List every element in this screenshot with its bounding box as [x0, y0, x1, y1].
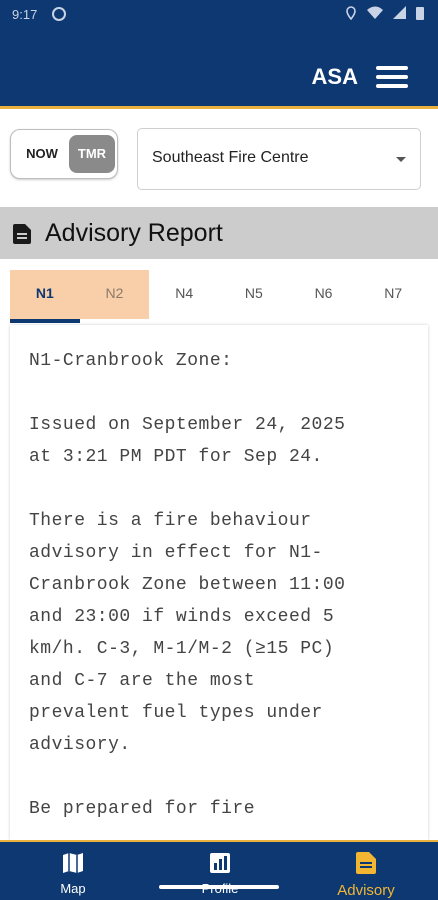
tab-n4[interactable]: N4: [149, 270, 219, 319]
advisory-report-text: N1-Cranbrook Zone: Issued on September 2…: [29, 351, 346, 819]
main-content: NOW TMR Southeast Fire Centre Advisory R…: [0, 109, 438, 840]
zone-tabs: N1 N2 N4 N5 N6 N7: [10, 270, 428, 323]
chevron-down-icon: [396, 157, 406, 162]
toggle-now-button[interactable]: NOW: [19, 138, 65, 170]
nav-advisory-button[interactable]: Advisory: [330, 852, 402, 899]
location-icon: [346, 6, 356, 20]
status-bar: 9:17: [0, 0, 438, 30]
document-icon: [13, 224, 31, 244]
nav-map-label: Map: [60, 881, 86, 896]
bottom-navigation: Map Profile Advisory: [0, 840, 438, 900]
status-time: 9:17: [12, 7, 38, 22]
home-indicator[interactable]: [159, 885, 279, 889]
fire-centre-select[interactable]: Southeast Fire Centre: [137, 128, 421, 190]
fire-centre-value: Southeast Fire Centre: [152, 149, 309, 166]
section-header: Advisory Report: [0, 207, 438, 259]
nav-profile-button[interactable]: Profile: [190, 852, 250, 896]
tab-n2[interactable]: N2: [79, 270, 150, 319]
section-title: Advisory Report: [45, 219, 223, 247]
status-icons: [345, 6, 424, 20]
notification-icon: [52, 7, 66, 21]
battery-icon: [416, 7, 424, 20]
tab-n6[interactable]: N6: [289, 270, 359, 319]
tab-n7[interactable]: N7: [358, 270, 428, 319]
tab-n1[interactable]: N1: [10, 270, 80, 323]
app-bar: ASA: [0, 30, 438, 106]
nav-advisory-label: Advisory: [337, 882, 395, 899]
wifi-icon: [367, 6, 383, 19]
signal-icon: [393, 6, 406, 19]
tab-n5[interactable]: N5: [219, 270, 289, 319]
day-toggle[interactable]: NOW TMR: [10, 129, 118, 179]
chart-icon: [210, 853, 230, 873]
toggle-tmr-button[interactable]: TMR: [69, 135, 115, 173]
document-icon: [356, 852, 376, 874]
nav-map-button[interactable]: Map: [50, 852, 96, 896]
map-icon: [63, 853, 83, 873]
hamburger-menu-icon[interactable]: [376, 66, 408, 88]
app-title: ASA: [311, 64, 358, 89]
advisory-report-card[interactable]: N1-Cranbrook Zone: Issued on September 2…: [10, 325, 428, 840]
